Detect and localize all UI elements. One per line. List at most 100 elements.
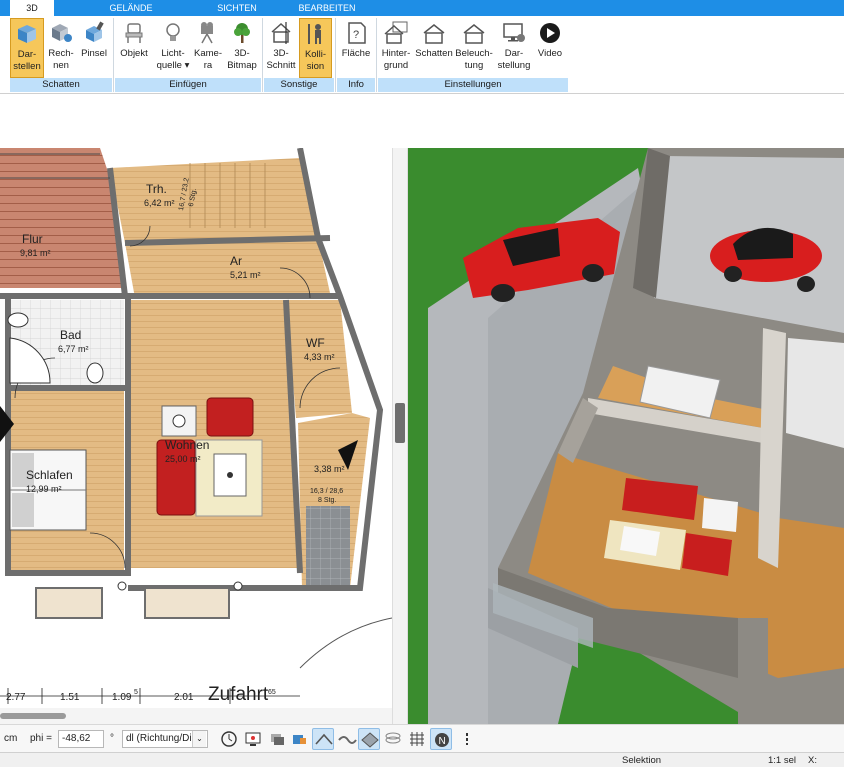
darstellen-button[interactable]: Dar-stellen <box>10 18 44 78</box>
room-area-ar: 5,21 m² <box>230 270 261 280</box>
3d-bitmap-button[interactable]: 3D- Bitmap <box>226 18 258 78</box>
display-monitor-icon <box>503 23 525 42</box>
play-circle-icon <box>540 23 560 43</box>
grid-toggle[interactable] <box>406 728 428 750</box>
group-label-schatten: Schatten <box>10 78 112 92</box>
layers-tool-button[interactable] <box>266 728 288 750</box>
texture-icon <box>338 736 357 744</box>
floor-plan-view[interactable]: Trh. 6,42 m² 16,7 / 23,2 Flur 9,81 m² Ar… <box>0 148 392 708</box>
north-compass-icon: N <box>435 733 449 747</box>
monitor-tool-button[interactable] <box>242 728 264 750</box>
room-label-wohnen: Wohnen <box>165 438 210 452</box>
lichtquelle-button[interactable]: Licht-quelle ▾ <box>154 18 192 78</box>
room-label-schlafen: Schlafen <box>26 468 73 482</box>
room-label-flur: Flur <box>22 232 43 246</box>
chevron-down-icon[interactable]: ⌄ <box>192 731 206 747</box>
lightbulb-icon <box>166 23 180 41</box>
dimension-5-sup: 65 <box>268 689 276 696</box>
north-toggle[interactable]: N <box>430 728 452 750</box>
clock-icon <box>221 731 237 747</box>
tab-gelaende[interactable]: GELÄNDE <box>98 0 164 16</box>
3d-schnitt-button[interactable]: 3D- Schnitt <box>264 18 298 78</box>
group-separator <box>335 18 336 92</box>
group-label-sonstige: Sonstige <box>264 78 334 92</box>
roof-view-toggle[interactable] <box>312 728 334 750</box>
status-scale: 1:1 sel <box>768 755 796 766</box>
floor-plane-icon <box>361 732 379 748</box>
stair-note-lower: 16,3 / 28,6 <box>310 488 344 495</box>
camera-icon <box>201 22 213 44</box>
room-label-trh: Trh. <box>146 182 167 196</box>
video-button[interactable]: Video <box>534 18 566 78</box>
phi-input[interactable]: -48,62 <box>58 730 104 748</box>
dimension-3: 1.09 <box>112 692 132 703</box>
floor-plane-toggle[interactable] <box>358 728 380 750</box>
group-separator <box>262 18 263 92</box>
more-options-button[interactable] <box>456 728 478 750</box>
background-house-icon <box>384 21 408 44</box>
dimension-2: 1.51 <box>60 692 80 703</box>
grid-icon <box>410 732 424 746</box>
3d-view[interactable] <box>408 148 844 724</box>
status-bar: Selektion 1:1 sel X: <box>0 752 844 767</box>
chair-icon <box>125 23 143 43</box>
rechnen-button[interactable]: Rech-nen <box>46 18 76 78</box>
splitter-grip[interactable] <box>395 403 405 443</box>
stack-icon <box>385 732 401 744</box>
cube-calc-icon <box>52 24 72 42</box>
paint-bucket-icon <box>293 735 306 744</box>
room-area-wf: 4,33 m² <box>304 352 335 362</box>
tab-3d[interactable]: 3D <box>10 0 54 16</box>
texture-tool-button[interactable] <box>336 728 358 750</box>
brush-cube-icon <box>86 21 104 42</box>
plan-horizontal-scrollbar[interactable] <box>0 708 392 724</box>
unit-label: cm <box>4 733 18 744</box>
tab-bearbeiten[interactable]: BEARBEITEN <box>290 0 364 16</box>
room-area-schlafen: 12,99 m² <box>26 484 62 494</box>
paint-tool-button[interactable] <box>288 728 310 750</box>
view-splitter[interactable] <box>392 148 408 724</box>
schatten-settings-button[interactable]: Schatten <box>414 18 454 78</box>
area-info-icon: ? <box>348 22 366 44</box>
group-label-einstellungen: Einstellungen <box>378 78 568 92</box>
section-house-icon <box>271 22 291 44</box>
dimension-3-sup: 5 <box>134 689 138 696</box>
dimension-4: 2.01 <box>174 692 194 703</box>
kollision-button[interactable]: Kolli-sion <box>299 18 332 78</box>
roof-icon <box>315 733 333 745</box>
lighting-house-icon <box>463 24 485 44</box>
tab-sichten[interactable]: SICHTEN <box>205 0 269 16</box>
flaeche-button[interactable]: ? Fläche <box>338 18 374 78</box>
hintergrund-button[interactable]: Hinter-grund <box>378 18 414 78</box>
pinsel-button[interactable]: Pinsel <box>78 18 110 78</box>
room-area-wohnen: 25,00 m² <box>165 454 201 464</box>
group-separator <box>113 18 114 92</box>
svg-text:?: ? <box>353 29 359 41</box>
scrollbar-thumb[interactable] <box>0 713 66 719</box>
room-label-wf: WF <box>306 336 325 350</box>
dimension-1: 2.77 <box>6 692 26 703</box>
tree-icon <box>234 23 250 43</box>
stair-note-lower-steps: 8 Stg. <box>318 497 337 504</box>
ribbon: Dar-stellen Rech-nen Pinsel Objekt Licht… <box>0 16 844 94</box>
direction-mode-value: dl (Richtung/Di <box>126 733 192 744</box>
layers-icon <box>271 734 284 745</box>
room-label-ar: Ar <box>230 254 242 268</box>
floor-plan-drawing <box>0 148 392 704</box>
cube-render-icon <box>18 25 36 43</box>
room-area-bad: 6,77 m² <box>58 344 89 354</box>
coordinate-input-bar: cm phi = -48,62 ° dl (Richtung/Di ⌄ N <box>0 724 844 752</box>
room-area-small: 3,38 m² <box>314 464 345 474</box>
clock-tool-button[interactable] <box>218 728 240 750</box>
darstellung-button[interactable]: Dar-stellung <box>494 18 534 78</box>
beleuchtung-button[interactable]: Beleuch-tung <box>454 18 494 78</box>
kamera-button[interactable]: Kame-ra <box>192 18 224 78</box>
street-label: Zufahrt <box>208 684 269 705</box>
phi-unit-label: ° <box>110 733 114 744</box>
objekt-button[interactable]: Objekt <box>117 18 151 78</box>
phi-label: phi = <box>30 733 52 744</box>
stack-tool-button[interactable] <box>382 728 404 750</box>
status-x-label: X: <box>808 755 817 766</box>
room-area-flur: 9,81 m² <box>20 248 51 258</box>
ribbon-tab-bar: 3D GELÄNDE SICHTEN BEARBEITEN <box>0 0 844 16</box>
